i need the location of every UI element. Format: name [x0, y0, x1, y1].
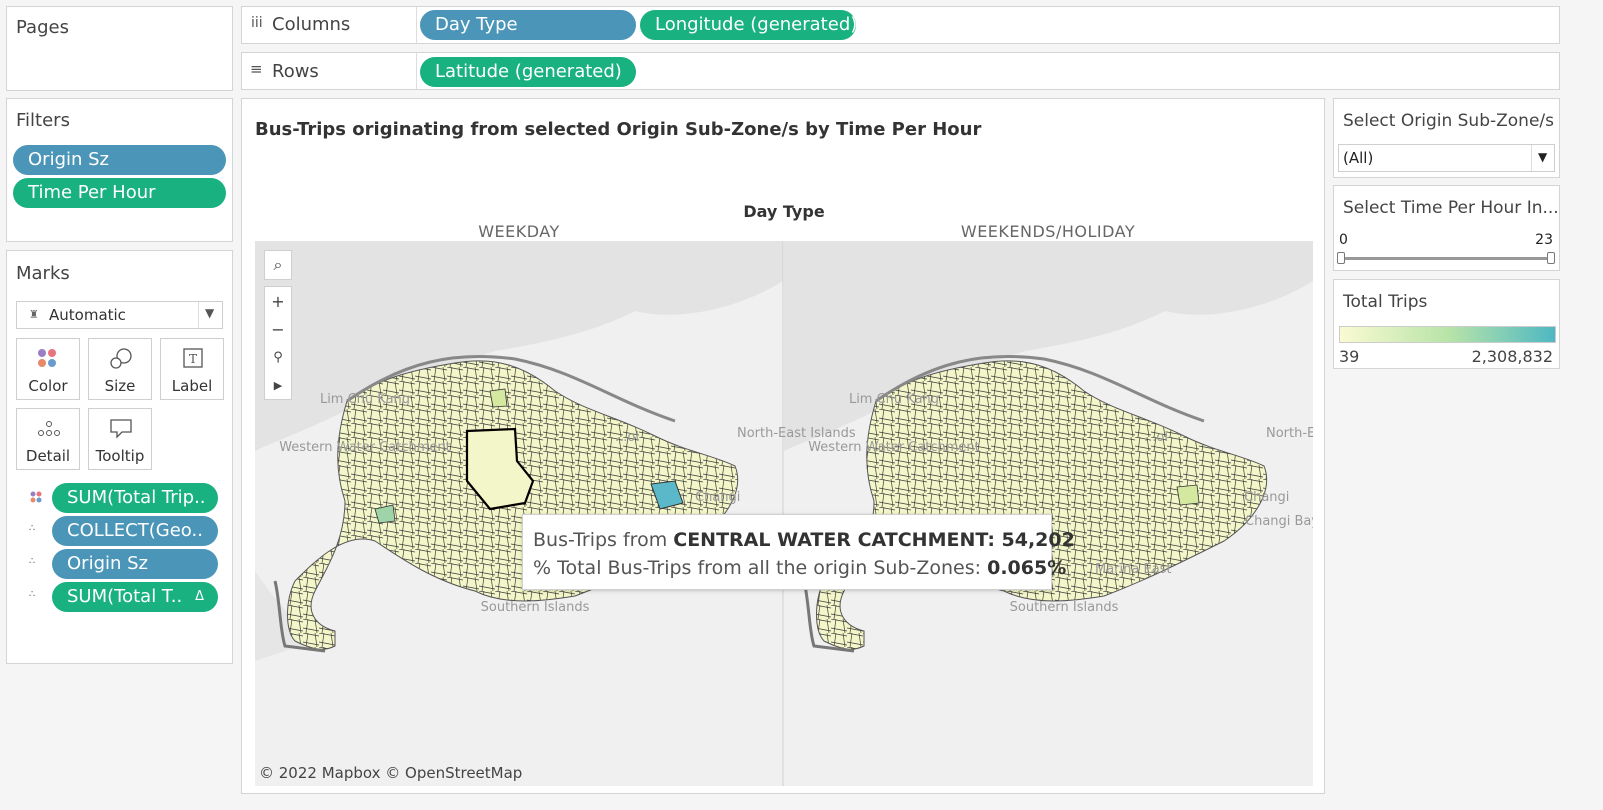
mark-field-origin-sz[interactable]: Origin Sz — [52, 549, 218, 579]
color-label: Color — [28, 377, 68, 395]
time-slider-handle-min[interactable] — [1337, 252, 1345, 264]
tooltip-label: Tooltip — [95, 447, 145, 465]
map-label-north-east-2: North-East Islands — [1266, 426, 1313, 441]
tooltip-button[interactable]: Tooltip — [88, 408, 152, 470]
time-slider-track[interactable] — [1341, 257, 1552, 260]
label-button[interactable]: T Label — [160, 338, 224, 400]
expand-arrow-icon[interactable]: ▶ — [265, 371, 291, 399]
pin-icon[interactable]: ⚲ — [265, 343, 291, 371]
time-slider-handle-max[interactable] — [1547, 252, 1555, 264]
mark-field-sum-total-trips[interactable]: SUM(Total Trip.. — [52, 483, 218, 513]
search-icon[interactable]: ⌕ — [265, 251, 291, 279]
rows-icon: ≡ — [250, 60, 263, 78]
size-button[interactable]: Size — [88, 338, 152, 400]
tooltip-line1-prefix: Bus-Trips from — [533, 529, 674, 551]
label-icon: T — [183, 348, 203, 368]
svg-text:T: T — [189, 352, 197, 366]
map-label-seletar: ...ol — [615, 430, 639, 445]
total-trips-legend[interactable]: Total Trips 39 2,308,832 — [1333, 279, 1560, 369]
filter-pill-origin-sz[interactable]: Origin Sz — [13, 145, 226, 175]
viz-title: Bus-Trips originating from selected Orig… — [255, 119, 982, 140]
map-label-western-water-2: Western Water Catchment — [808, 440, 980, 455]
color-icon — [38, 349, 56, 367]
detail-field-icon: ∴ — [29, 589, 36, 600]
detail-icon — [38, 421, 60, 436]
tooltip-percent: 0.065% — [987, 557, 1067, 579]
marks-title: Marks — [16, 263, 70, 284]
size-label: Size — [104, 377, 136, 395]
map-label-changi: Changi — [695, 490, 740, 505]
detail-label: Detail — [25, 447, 71, 465]
color-button[interactable]: Color — [16, 338, 80, 400]
time-filter-title: Select Time Per Hour In... — [1343, 198, 1559, 218]
zoom-out-icon[interactable]: − — [265, 315, 291, 343]
map-label-marina-east: Marina East — [1095, 562, 1172, 577]
mark-type-dropdown[interactable]: ♜ Automatic ▼ — [16, 301, 223, 329]
marks-panel[interactable]: Marks ♜ Automatic ▼ Color Size T Label D… — [6, 250, 233, 664]
dropdown-icon: ▼ — [1538, 150, 1548, 164]
filters-panel[interactable]: Filters Origin Sz Time Per Hour — [6, 98, 233, 242]
map-label-seletar-2: ...ol — [1144, 430, 1168, 445]
mark-type-value: Automatic — [49, 306, 126, 324]
time-filter-min: 0 — [1339, 232, 1348, 248]
filter-pill-time-per-hour[interactable]: Time Per Hour — [13, 178, 226, 208]
detail-button[interactable]: Detail — [16, 408, 80, 470]
time-filter-max: 23 — [1535, 232, 1553, 248]
origin-filter-value: (All) — [1343, 149, 1374, 167]
tooltip-line2-prefix: % Total Bus-Trips from all the origin Su… — [533, 557, 988, 579]
columns-icon: iii — [251, 15, 263, 31]
map-zoom-controls[interactable]: + − ⚲ ▶ — [264, 286, 292, 400]
map-label-changi-2: Changi — [1244, 490, 1289, 505]
legend-max: 2,308,832 — [1471, 347, 1553, 366]
detail-field-icon: ∴ — [29, 556, 36, 567]
row-pill-latitude[interactable]: Latitude (generated) — [420, 57, 636, 87]
map-tooltip: Bus-Trips from CENTRAL WATER CATCHMENT: … — [522, 514, 1075, 590]
columns-label: Columns — [272, 14, 351, 35]
label-label: Label — [171, 377, 213, 395]
pane-header-weekday: WEEKDAY — [478, 222, 560, 241]
map-attribution[interactable]: © 2022 Mapbox © OpenStreetMap — [259, 764, 522, 782]
column-pill-day-type[interactable]: Day Type — [420, 10, 636, 40]
filters-title: Filters — [16, 110, 70, 131]
color-field-icon — [30, 491, 42, 503]
pane-header-weekend: WEEKENDS/HOLIDAY — [960, 222, 1136, 241]
size-icon — [110, 348, 132, 369]
map-label-changi-bay: Changi Bay — [1245, 514, 1313, 529]
map-label-lim-chu-kang: Lim Chu Kang — [320, 392, 410, 407]
origin-filter-card[interactable]: Select Origin Sub-Zone/s (All) ▼ — [1333, 98, 1560, 178]
map-label-southern-islands: Southern Islands — [481, 600, 590, 615]
origin-filter-dropdown[interactable]: (All) ▼ — [1338, 144, 1555, 172]
legend-title: Total Trips — [1343, 292, 1428, 312]
pages-panel[interactable]: Pages — [6, 6, 233, 91]
mark-field-collect-geo[interactable]: COLLECT(Geo.. — [52, 516, 218, 546]
map-label-lim-chu-kang-2: Lim Chu Kang — [849, 392, 939, 407]
legend-min: 39 — [1339, 347, 1360, 366]
map-label-north-east: North-East Islands — [737, 426, 856, 441]
tooltip-trip-count: : 54,202 — [987, 529, 1075, 551]
dropdown-icon: ▼ — [205, 306, 215, 320]
tooltip-icon — [110, 419, 132, 439]
viz-panel[interactable]: Bus-Trips originating from selected Orig… — [241, 98, 1325, 794]
origin-filter-title: Select Origin Sub-Zone/s — [1343, 111, 1554, 131]
detail-field-icon: ∴ — [29, 523, 36, 534]
day-type-header: Day Type — [743, 202, 825, 221]
columns-shelf[interactable]: iii Columns Day Type Longitude (generate… — [241, 6, 1560, 44]
map-search-control[interactable]: ⌕ — [264, 250, 292, 280]
rows-shelf[interactable]: ≡ Rows Latitude (generated) — [241, 52, 1560, 90]
time-filter-card[interactable]: Select Time Per Hour In... 0 23 — [1333, 185, 1560, 271]
delta-icon: Δ — [195, 589, 204, 604]
map-label-western-water: Western Water Catchment — [279, 440, 451, 455]
zoom-in-icon[interactable]: + — [265, 287, 291, 315]
map-mark-icon: ♜ — [29, 308, 39, 321]
mark-field-sum-total-t[interactable]: SUM(Total T.. Δ — [52, 582, 218, 612]
map-label-southern-islands-2: Southern Islands — [1010, 600, 1119, 615]
mark-field-sum-total-t-label: SUM(Total T.. — [67, 586, 183, 607]
rows-label: Rows — [272, 61, 319, 82]
legend-gradient — [1339, 326, 1556, 343]
pages-title: Pages — [16, 17, 69, 38]
column-pill-longitude[interactable]: Longitude (generated) — [640, 10, 856, 40]
tooltip-zone-name: CENTRAL WATER CATCHMENT — [673, 529, 988, 551]
